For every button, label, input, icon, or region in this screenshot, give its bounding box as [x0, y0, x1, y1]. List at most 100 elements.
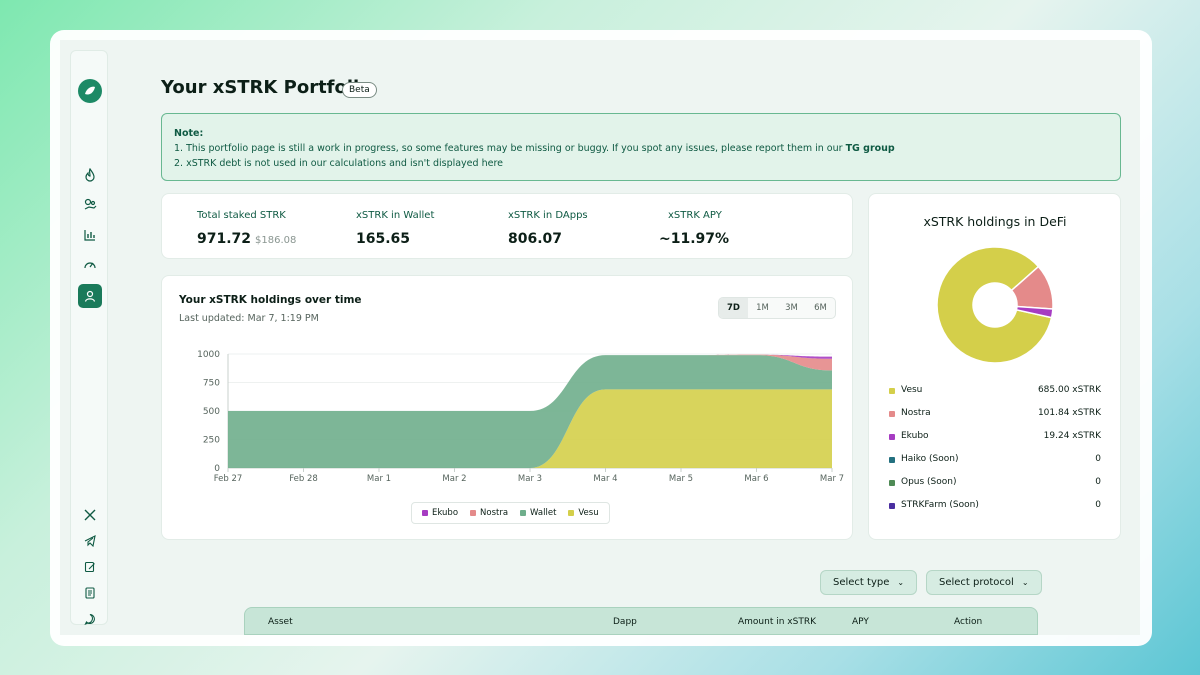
defi-swatch-vesu: [889, 388, 895, 394]
hand-coin-nav-icon[interactable]: [78, 193, 102, 217]
x-tick-label: Mar 5: [669, 474, 693, 484]
note-banner: Note: 1. This portfolio page is still a …: [161, 113, 1121, 181]
chart-legend: Ekubo Nostra Wallet Vesu: [411, 502, 610, 524]
defi-amount-opus: 0: [1095, 477, 1101, 487]
col-dapp: Dapp: [613, 617, 637, 627]
col-action: Action: [954, 617, 983, 627]
edit-doc-icon[interactable]: [80, 557, 100, 577]
stat-label-wallet: xSTRK in Wallet: [356, 210, 435, 221]
x-tick-label: Feb 27: [214, 474, 243, 484]
defi-amount-ekubo: 19.24 xSTRK: [1043, 431, 1101, 441]
legend-label-ekubo: Ekubo: [432, 508, 459, 518]
y-tick-label: 750: [203, 379, 220, 389]
select-protocol-dropdown[interactable]: Select protocol ⌄: [926, 570, 1042, 595]
total-staked-value: 971.72: [197, 231, 252, 247]
defi-name-nostra: Nostra: [901, 408, 931, 418]
defi-swatch-strkfarm: [889, 503, 895, 509]
stat-label-dapps: xSTRK in DApps: [508, 210, 588, 221]
defi-name-vesu: Vesu: [901, 385, 923, 395]
stat-label-apy: xSTRK APY: [668, 210, 722, 221]
chevron-down-icon: ⌄: [897, 578, 905, 587]
x-tick-label: Mar 2: [442, 474, 466, 484]
holdings-area-chart: 0 250 500 750 1000 Feb 27 Feb 28 Mar 1 Mar 2 Mar …: [197, 350, 844, 484]
leaf-logo-icon: [85, 86, 95, 95]
defi-holdings-title: xSTRK holdings in DeFi: [923, 214, 1067, 229]
telegram-icon[interactable]: [80, 531, 100, 551]
positions-table-header: Asset Dapp Amount in xSTRK APY Action: [244, 607, 1038, 635]
app-window: Your xSTRK Portfolio Beta Note: 1. This …: [60, 40, 1140, 635]
legend-item-wallet[interactable]: Wallet: [520, 508, 556, 518]
note-line-1-text: 1. This portfolio page is still a work i…: [174, 143, 846, 154]
defi-row-opus: Opus (Soon) 0: [889, 476, 1101, 490]
gauge-nav-icon[interactable]: [78, 253, 102, 277]
stat-value-dapps: 806.07: [508, 231, 563, 247]
legend-item-ekubo[interactable]: Ekubo: [422, 508, 458, 518]
legend-swatch-nostra: [470, 510, 477, 516]
defi-row-strkfarm: STRKFarm (Soon) 0: [889, 499, 1101, 513]
defi-row-haiko: Haiko (Soon) 0: [889, 453, 1101, 467]
note-heading: Note:: [174, 128, 204, 139]
x-tick-label: Feb 28: [289, 474, 318, 484]
fire-nav-icon[interactable]: [78, 163, 102, 187]
select-protocol-label: Select protocol: [939, 577, 1014, 588]
select-type-dropdown[interactable]: Select type ⌄: [820, 570, 918, 595]
legend-item-vesu[interactable]: Vesu: [568, 508, 599, 518]
stat-value-wallet: 165.65: [356, 231, 411, 247]
x-tick-label: Mar 1: [367, 474, 391, 484]
defi-amount-haiko: 0: [1095, 454, 1101, 464]
x-twitter-icon[interactable]: [80, 505, 100, 525]
document-icon[interactable]: [80, 583, 100, 603]
defi-row-ekubo: Ekubo 19.24 xSTRK: [889, 430, 1101, 444]
sidebar: [70, 50, 108, 625]
legend-label-wallet: Wallet: [530, 508, 557, 518]
beta-badge: Beta: [342, 82, 377, 98]
holdings-chart-card: Your xSTRK holdings over time Last updat…: [161, 275, 853, 540]
chevron-down-icon: ⌄: [1021, 578, 1029, 587]
col-amount: Amount in xSTRK: [738, 617, 816, 627]
defi-swatch-ekubo: [889, 434, 895, 440]
x-tick-label: Mar 6: [744, 474, 768, 484]
defi-amount-vesu: 685.00 xSTRK: [1037, 385, 1101, 395]
app-logo[interactable]: [78, 79, 102, 103]
defi-swatch-haiko: [889, 457, 895, 463]
stat-label-total-staked: Total staked STRK: [197, 210, 286, 221]
defi-amount-strkfarm: 0: [1095, 500, 1101, 510]
defi-row-vesu: Vesu 685.00 xSTRK: [889, 384, 1101, 398]
user-portfolio-nav-icon[interactable]: [78, 284, 102, 308]
defi-name-ekubo: Ekubo: [901, 431, 929, 441]
defi-swatch-opus: [889, 480, 895, 486]
legend-item-nostra[interactable]: Nostra: [470, 508, 508, 518]
x-tick-label: Mar 4: [593, 474, 617, 484]
page-title: Your xSTRK Portfolio: [161, 77, 372, 98]
defi-swatch-nostra: [889, 411, 895, 417]
bar-chart-nav-icon[interactable]: [78, 223, 102, 247]
note-line-2: 2. xSTRK debt is not used in our calcula…: [174, 158, 503, 169]
defi-name-haiko: Haiko (Soon): [901, 454, 959, 464]
note-line-1: 1. This portfolio page is still a work i…: [174, 141, 1108, 156]
select-type-label: Select type: [833, 577, 890, 588]
total-staked-usd: $186.08: [255, 235, 297, 246]
legend-swatch-vesu: [568, 510, 575, 516]
legend-label-vesu: Vesu: [578, 508, 599, 518]
y-tick-label: 250: [203, 436, 220, 446]
chat-icon[interactable]: [80, 609, 100, 629]
x-tick-label: Mar 3: [518, 474, 542, 484]
legend-label-nostra: Nostra: [480, 508, 509, 518]
y-tick-label: 500: [203, 407, 220, 417]
defi-name-opus: Opus (Soon): [901, 477, 957, 487]
x-tick-label: Mar 7: [820, 474, 844, 484]
tg-group-link[interactable]: TG group: [846, 143, 895, 154]
stat-value-total-staked: 971.72 $186.08: [197, 231, 296, 247]
defi-amount-nostra: 101.84 xSTRK: [1037, 408, 1101, 418]
col-asset: Asset: [268, 617, 293, 627]
col-apy: APY: [852, 617, 869, 627]
legend-swatch-ekubo: [422, 510, 428, 516]
stats-card: Total staked STRK 971.72 $186.08 xSTRK in…: [161, 193, 853, 259]
defi-row-nostra: Nostra 101.84 xSTRK: [889, 407, 1101, 421]
stat-value-apy: ~11.97%: [659, 231, 730, 247]
defi-donut-chart: [936, 246, 1054, 364]
defi-holdings-card: xSTRK holdings in DeFi Vesu 685.00 xSTRK …: [868, 193, 1121, 540]
legend-swatch-wallet: [520, 510, 527, 516]
y-tick-label: 1000: [197, 350, 220, 360]
defi-name-strkfarm: STRKFarm (Soon): [901, 500, 979, 510]
